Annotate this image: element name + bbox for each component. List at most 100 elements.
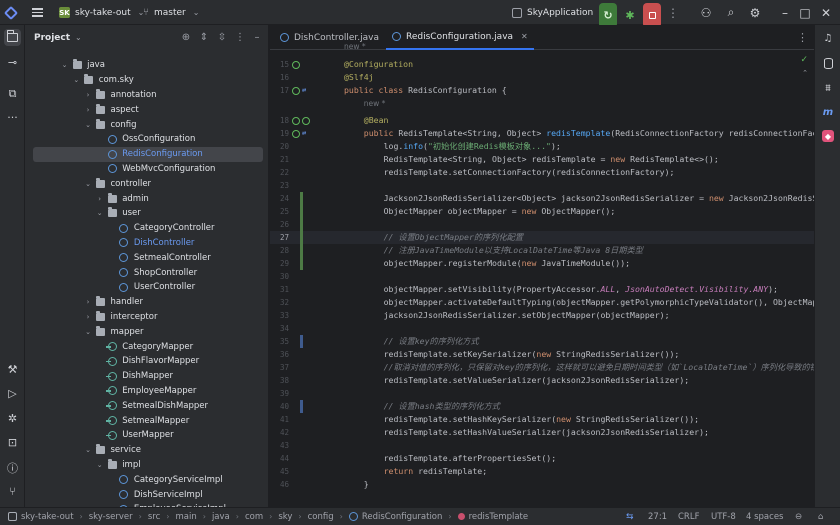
line-number[interactable]: 16 <box>270 71 289 84</box>
chevron-right-icon[interactable]: › <box>84 91 93 99</box>
close-window-icon[interactable]: ✕ <box>818 0 834 25</box>
line-number[interactable]: 45 <box>270 465 289 478</box>
chevron-down-icon[interactable]: ⌄ <box>84 446 93 454</box>
project-tool-button[interactable] <box>4 29 21 46</box>
line-number[interactable]: 24 <box>270 192 289 205</box>
options-icon[interactable]: ⋮ <box>233 30 247 44</box>
chevron-down-icon[interactable]: ⌄ <box>95 461 104 469</box>
chevron-down-icon[interactable]: ⌄ <box>84 180 93 188</box>
line-number[interactable]: 36 <box>270 348 289 361</box>
code-line[interactable]: 21 RedisTemplate<String, Object> redisTem… <box>270 153 814 166</box>
tree-item-interceptor[interactable]: › interceptor <box>25 310 263 325</box>
code-line[interactable]: 16 @Slf4j <box>270 71 814 84</box>
breadcrumb-item[interactable]: com <box>245 512 263 522</box>
vcs-status-icon[interactable]: ⇆ <box>626 508 634 525</box>
chevron-down-icon[interactable]: ⌄ <box>75 33 82 42</box>
commit-tool-icon[interactable]: ⊸ <box>4 54 21 71</box>
tree-item-employeemapper[interactable]: EmployeeMapper <box>25 384 263 399</box>
chevron-right-icon[interactable]: › <box>84 106 93 114</box>
locate-file-icon[interactable]: ⊕ <box>179 30 193 44</box>
tree-item-usermapper[interactable]: UserMapper <box>25 428 263 443</box>
add-user-icon[interactable]: ⚇ <box>698 0 714 25</box>
expand-all-icon[interactable]: ⇕ <box>197 30 211 44</box>
line-number[interactable]: 30 <box>270 270 289 283</box>
line-number[interactable]: 34 <box>270 322 289 335</box>
code-line[interactable]: 40 // 设置hash类型的序列化方式 <box>270 400 814 413</box>
tree-item-config[interactable]: ⌄ config <box>25 117 263 132</box>
tree-item-dishmapper[interactable]: DishMapper <box>25 369 263 384</box>
breadcrumb-item[interactable]: main <box>175 512 196 522</box>
line-number[interactable]: 26 <box>270 218 289 231</box>
vcs-added-marker[interactable] <box>300 244 303 257</box>
line-number[interactable]: 38 <box>270 374 289 387</box>
code-line[interactable]: 32 objectMapper.activateDefaultTyping(obj… <box>270 296 814 309</box>
vcs-added-marker[interactable] <box>300 192 303 205</box>
gutter-icons[interactable]: ⇄ <box>292 127 306 140</box>
file-encoding[interactable]: UTF-8 <box>711 508 736 525</box>
more-tools-icon[interactable]: ··· <box>4 109 21 126</box>
indent-setting[interactable]: 4 spaces <box>746 508 783 525</box>
ai-assistant-tool-button[interactable]: ◆ <box>820 128 836 144</box>
spring-bean-icon[interactable] <box>292 116 300 125</box>
code-line[interactable]: 20 log.info("初始化创建Redis模板对象..."); <box>270 140 814 153</box>
project-panel-title[interactable]: Project <box>34 33 70 43</box>
tree-item-webmvcconfiguration[interactable]: WebMvcConfiguration <box>25 162 263 177</box>
spring-bean-icon[interactable] <box>292 129 300 138</box>
spring-bean-icon[interactable] <box>302 116 310 125</box>
code-line[interactable]: 44 redisTemplate.afterPropertiesSet(); <box>270 452 814 465</box>
maven-icon[interactable]: m <box>820 104 836 120</box>
code-line[interactable]: 25 ObjectMapper objectMapper = new Object… <box>270 205 814 218</box>
tab-redis-configuration[interactable]: RedisConfiguration.java ✕ <box>386 25 534 50</box>
vcs-added-marker[interactable] <box>300 218 303 231</box>
problems-tool-icon[interactable]: ⓘ <box>4 459 21 476</box>
line-separator[interactable]: CRLF <box>678 508 699 525</box>
line-number[interactable]: 21 <box>270 153 289 166</box>
vcs-modified-marker[interactable] <box>300 400 303 413</box>
vcs-added-marker[interactable] <box>300 205 303 218</box>
tree-item-shopcontroller[interactable]: ShopController <box>25 265 263 280</box>
line-number[interactable]: 17 <box>270 84 289 97</box>
line-number[interactable]: 39 <box>270 387 289 400</box>
gutter-icons[interactable] <box>292 114 310 127</box>
code-line[interactable]: 43 <box>270 439 814 452</box>
code-line[interactable]: 18 @Bean <box>270 114 814 127</box>
chevron-down-icon[interactable]: ⌄ <box>60 61 69 69</box>
line-number[interactable]: 18 <box>270 114 289 127</box>
tree-item-impl[interactable]: ⌄ impl <box>25 458 263 473</box>
line-number[interactable]: 44 <box>270 452 289 465</box>
tree-item-setmealdishmapper[interactable]: SetmealDishMapper <box>25 398 263 413</box>
git-tool-icon[interactable]: ⑂ <box>4 483 21 500</box>
tree-item-setmealmapper[interactable]: SetmealMapper <box>25 413 263 428</box>
code-line[interactable]: 26 <box>270 218 814 231</box>
run-tool-icon[interactable]: ▷ <box>4 385 21 402</box>
breadcrumb-item[interactable]: src <box>148 512 160 522</box>
close-tab-icon[interactable]: ✕ <box>521 32 528 41</box>
tree-item-mapper[interactable]: ⌄ mapper <box>25 324 263 339</box>
breadcrumb-item[interactable]: sky-server <box>89 512 133 522</box>
spring-bean-icon[interactable] <box>292 86 300 95</box>
line-number[interactable]: 15 <box>270 58 289 71</box>
run-configuration-selector[interactable]: SkyApplication ⌄ <box>512 0 607 25</box>
hide-panel-icon[interactable]: – <box>250 30 264 44</box>
code-vision-hint[interactable]: new * <box>364 99 386 108</box>
breadcrumb-item[interactable]: java <box>212 512 230 522</box>
tree-item-handler[interactable]: › handler <box>25 295 263 310</box>
main-menu-icon[interactable] <box>30 0 44 25</box>
tree-item-categorycontroller[interactable]: CategoryController <box>25 221 263 236</box>
code-vision-hint[interactable]: new * <box>344 42 366 51</box>
build-tool-icon[interactable]: ⚒ <box>4 361 21 378</box>
gutter-icons[interactable]: ⇄ <box>292 84 306 97</box>
code-line[interactable]: 38 redisTemplate.setValueSerializer(jacks… <box>270 374 814 387</box>
line-number[interactable]: 41 <box>270 413 289 426</box>
minimize-window-icon[interactable]: – <box>777 0 793 25</box>
code-line[interactable]: 39 <box>270 387 814 400</box>
code-area[interactable]: 15 @Configuration 16 @Slf4j 17 ⇄ public class … <box>270 42 814 507</box>
line-number[interactable]: 46 <box>270 478 289 491</box>
code-line[interactable]: 45 return redisTemplate; <box>270 465 814 478</box>
tree-item-user[interactable]: ⌄ user <box>25 206 263 221</box>
breadcrumb-item[interactable]: config <box>308 512 334 522</box>
code-line[interactable]: 33 jackson2JsonRedisSerializer.setObjectM… <box>270 309 814 322</box>
breadcrumb-item[interactable]: RedisConfiguration <box>348 512 442 522</box>
code-line[interactable]: 24 Jackson2JsonRedisSerializer<Object> ja… <box>270 192 814 205</box>
navigate-implementation-icon[interactable]: ⇄ <box>302 84 306 97</box>
